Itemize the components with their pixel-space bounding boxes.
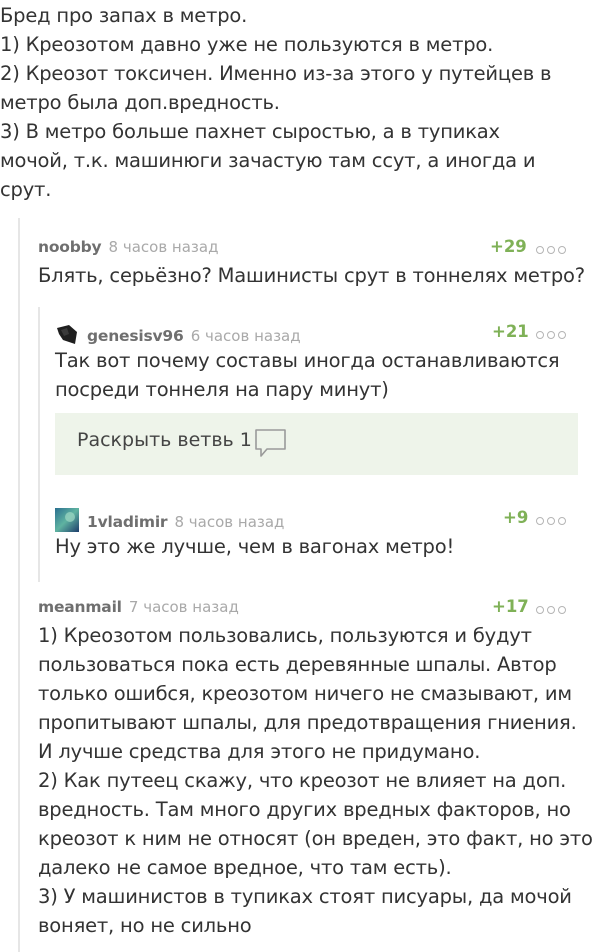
comment-meta: 1vladimir 8 часов назад +9 bbox=[55, 508, 578, 532]
comment-text: И лучше средства для этого не придумано. bbox=[38, 740, 481, 763]
comment-text: 2) Как путеец скажу, что креозот не влия… bbox=[38, 769, 567, 792]
comment-meta: meanmail 7 часов назад +17 bbox=[38, 597, 578, 621]
more-options-icon[interactable] bbox=[536, 246, 566, 254]
thread-line[interactable] bbox=[18, 588, 20, 952]
comment-author[interactable]: 1vladimir bbox=[87, 513, 168, 531]
comment-time[interactable]: 8 часов назад bbox=[109, 238, 219, 256]
comment-bubble-icon bbox=[255, 429, 286, 457]
avatar[interactable] bbox=[55, 508, 79, 532]
comment-text: пользоваться пока есть деревянные шпалы.… bbox=[38, 653, 557, 676]
post-line: 3) В метро больше пахнет сыростью, а в т… bbox=[0, 120, 500, 143]
comment-text: посреди тоннеля на пару минут) bbox=[55, 378, 389, 401]
comment-rating: +29 bbox=[490, 237, 527, 256]
comment: meanmail 7 часов назад +17 1) Креозотом … bbox=[38, 597, 593, 940]
comment-text: только ошибся, креозотом ничего не смазы… bbox=[38, 682, 572, 705]
comment: 1vladimir 8 часов назад +9 Ну это же луч… bbox=[55, 508, 578, 561]
post-line: срут. bbox=[0, 178, 52, 201]
comment-text: далеко не самое вредное, что там есть). bbox=[38, 856, 452, 879]
comment-time[interactable]: 7 часов назад bbox=[129, 598, 239, 616]
thread-line[interactable] bbox=[18, 218, 20, 588]
avatar[interactable] bbox=[55, 322, 79, 346]
comment: genesisv96 6 часов назад +21 Так вот поч… bbox=[55, 322, 578, 404]
comment-text: воняет, но не сильно bbox=[38, 914, 252, 937]
more-options-icon[interactable] bbox=[536, 606, 566, 614]
comment-time[interactable]: 6 часов назад bbox=[191, 327, 301, 345]
post-line: мочой, т.к. машинюги зачастую там ссут, … bbox=[0, 149, 536, 172]
comment-text: пропитывают шпалы, для предотвращения гн… bbox=[38, 711, 577, 734]
comment-text: креозот к ним не относят (он вреден, это… bbox=[38, 827, 593, 850]
post-line: Бред про запах в метро. bbox=[0, 4, 248, 27]
more-options-icon[interactable] bbox=[536, 331, 566, 339]
comment: noobby 8 часов назад +29 Блять, серьёзно… bbox=[38, 237, 585, 290]
post-line: метро была доп.вредность. bbox=[0, 91, 280, 114]
comment-time[interactable]: 8 часов назад bbox=[174, 513, 284, 531]
more-options-icon[interactable] bbox=[536, 517, 566, 525]
comment-rating: +21 bbox=[492, 322, 529, 341]
comment-text: Ну это же лучше, чем в вагонах метро! bbox=[55, 535, 455, 558]
comment-rating: +17 bbox=[492, 597, 529, 616]
comment-meta: genesisv96 6 часов назад +21 bbox=[55, 322, 578, 346]
post-line: 1) Креозотом давно уже не пользуются в м… bbox=[0, 33, 494, 56]
comment-rating: +9 bbox=[503, 508, 529, 527]
expand-branch-button[interactable]: Раскрыть ветвь 1 bbox=[55, 413, 578, 475]
comment-text: Так вот почему составы иногда останавлив… bbox=[55, 349, 560, 372]
post-body: Бред про запах в метро. 1) Креозотом дав… bbox=[0, 1, 552, 204]
expand-branch-label: Раскрыть ветвь 1 bbox=[77, 429, 252, 451]
comment-author[interactable]: meanmail bbox=[38, 598, 122, 616]
comment-author[interactable]: noobby bbox=[38, 238, 102, 256]
comment-text: Блять, серьёзно? Машинисты срут в тоннел… bbox=[38, 264, 585, 287]
comment-text: 1) Креозотом пользовались, пользуются и … bbox=[38, 624, 532, 647]
comment-author[interactable]: genesisv96 bbox=[87, 327, 184, 345]
comment-text: 3) У машинистов в тупиках стоят писуары,… bbox=[38, 885, 572, 908]
thread-line[interactable] bbox=[38, 307, 40, 582]
comment-meta: noobby 8 часов назад +29 bbox=[38, 237, 578, 261]
comment-text: вредность. Там много других вредных факт… bbox=[38, 798, 571, 821]
post-line: 2) Креозот токсичен. Именно из-за этого … bbox=[0, 62, 552, 85]
